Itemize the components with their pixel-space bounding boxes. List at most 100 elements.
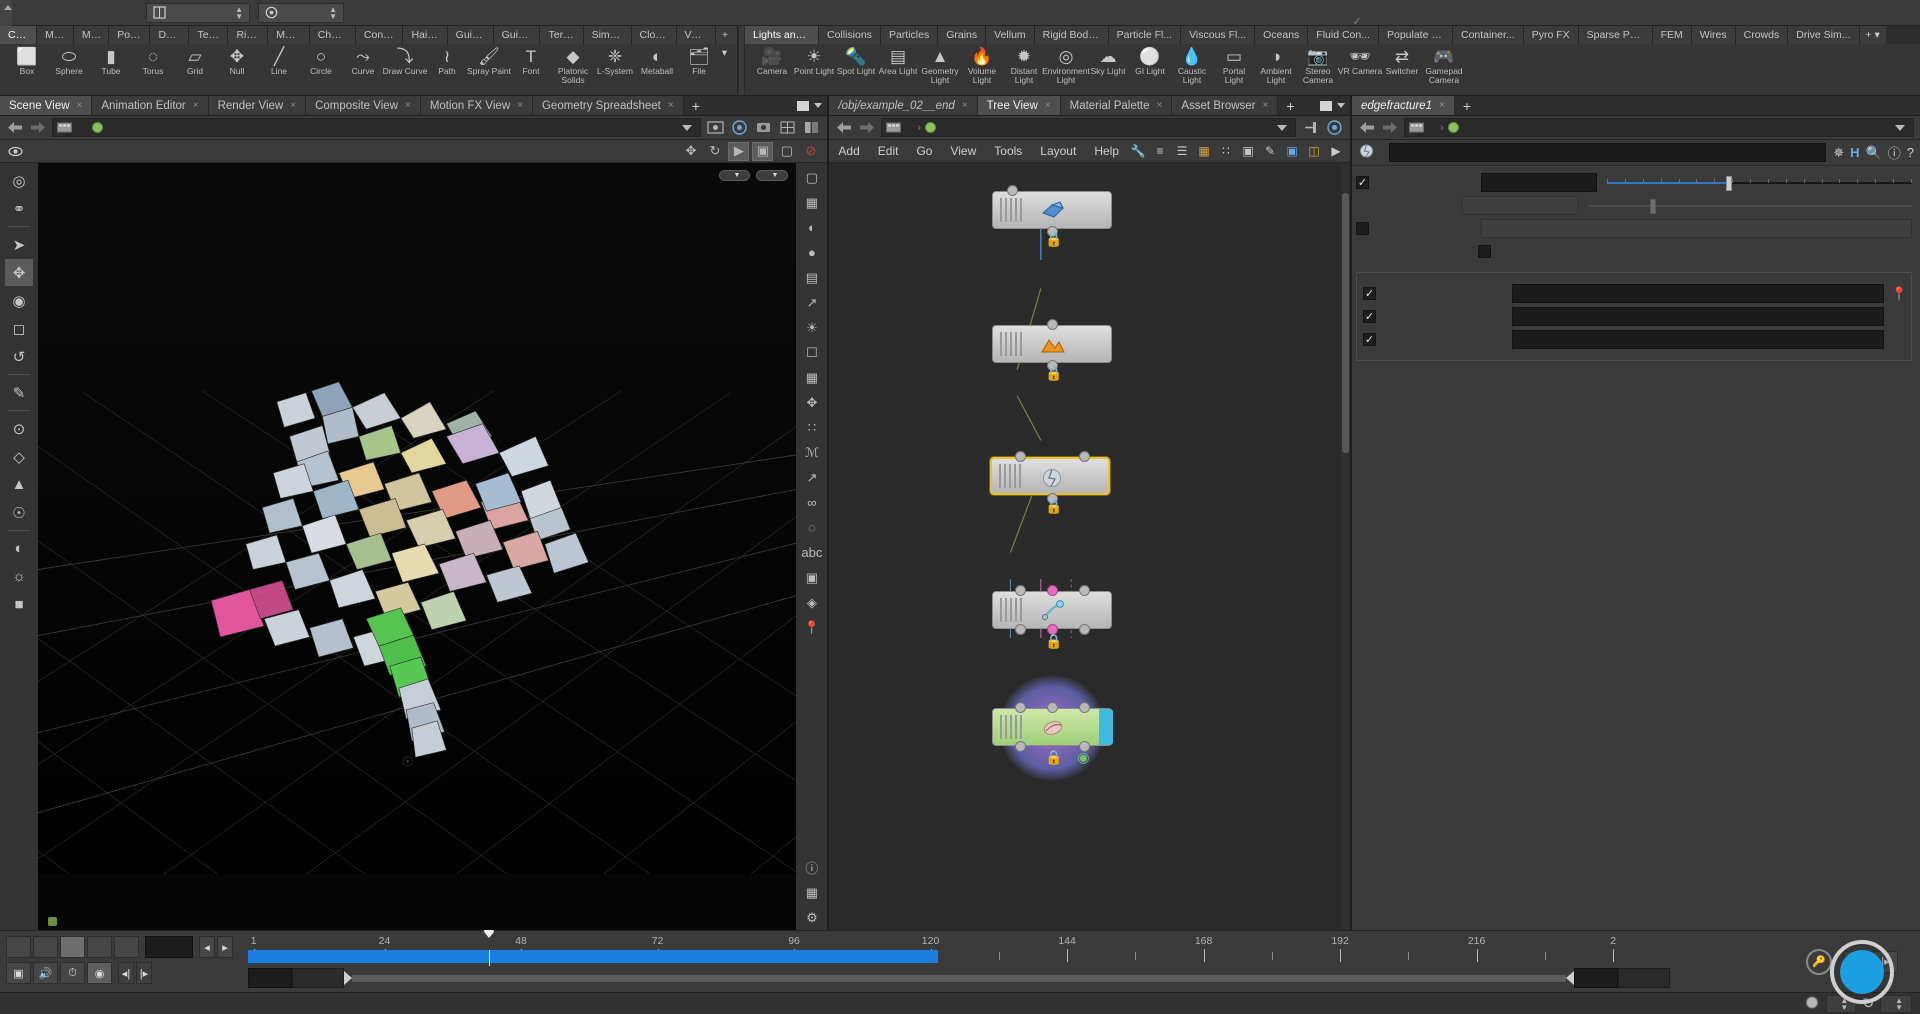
network-menu-layout[interactable]: Layout — [1031, 140, 1085, 163]
network-breadcrumb[interactable]: › — [881, 118, 1296, 137]
param-field-original-point-group[interactable] — [1512, 307, 1884, 326]
shelf-right-tool-spot-light[interactable]: 🔦 Spot Light — [835, 44, 877, 76]
shelf-left-tab-2[interactable]: Model — [73, 26, 110, 44]
viewport-canvas[interactable]: ☉ ▼ ▼ — [38, 163, 797, 930]
shelf-right-tool-environment-light[interactable]: ◎ Environment Light — [1042, 44, 1090, 84]
node-vellumcloth1[interactable] — [992, 591, 1126, 629]
menu-drag-handle[interactable] — [0, 0, 12, 26]
shelf-left-tool-grid[interactable]: ▱ Grid — [174, 44, 216, 76]
shelf-left-tab-7[interactable]: Muscles — [268, 26, 310, 44]
normals-icon[interactable]: ↗ — [799, 290, 824, 315]
close-icon[interactable]: × — [1045, 96, 1051, 116]
network-menu-edit[interactable]: Edit — [869, 140, 908, 163]
update-mode-selector[interactable]: ▲ ▼ — [1880, 994, 1912, 1013]
display-all-icon[interactable]: ▢ — [799, 165, 824, 190]
scene-breadcrumb[interactable] — [52, 118, 702, 137]
close-icon[interactable]: × — [517, 96, 523, 116]
shelf-right-tool-area-light[interactable]: ▤ Area Light — [877, 44, 919, 76]
param-nav-forward-icon[interactable] — [1381, 119, 1399, 137]
network-scrollbar-thumb[interactable] — [1342, 193, 1349, 453]
viewport-view-label[interactable] — [0, 145, 37, 158]
shelf-left-tool-sphere[interactable]: ⬭ Sphere — [48, 44, 90, 76]
visibility-icon[interactable]: ◐ — [5, 535, 33, 562]
node-box-edgefracture1[interactable] — [990, 457, 1111, 495]
shelf-right-tool-vr-camera[interactable]: 🕶 VR Camera — [1338, 44, 1382, 76]
timeline-track[interactable]: 1 24 48 72 96 120 144 168 192 216 2 — [248, 930, 1670, 992]
slider-knob-2[interactable] — [1649, 199, 1656, 214]
prim-select-icon[interactable]: ▲ — [5, 471, 33, 498]
shelf-right-tool-gi-light[interactable]: ⚪ GI Light — [1129, 44, 1171, 76]
shelf-left-tool-tube[interactable]: ▮ Tube — [90, 44, 132, 76]
info-icon-rail[interactable]: ⓘ — [799, 855, 824, 880]
network-menu-add[interactable]: Add — [829, 140, 868, 163]
node-box-planarpatch1[interactable] — [992, 191, 1113, 229]
pin-icon[interactable]: 📍 — [799, 615, 824, 640]
lock-icon-planarpatch1[interactable]: 🔒 — [1045, 231, 1062, 248]
net-tree-icon[interactable]: ≡ — [1150, 142, 1170, 161]
camera-mode-icon[interactable] — [754, 118, 773, 137]
shelf-left-tool-box[interactable]: ⬜ Box — [6, 44, 48, 76]
handles-icon[interactable]: ✥ — [799, 390, 824, 415]
shelf-left-tab-9[interactable]: Constrai... — [355, 26, 404, 44]
range-end-field[interactable] — [1574, 968, 1618, 988]
maximize-pane-icon[interactable] — [1319, 99, 1333, 112]
param-field-resample-accuracy[interactable] — [1462, 196, 1578, 215]
shelf-right-tab-3[interactable]: Grains — [938, 26, 987, 44]
param-breadcrumb-dropdown-icon[interactable] — [1895, 124, 1905, 131]
build-selector[interactable]: ▲ ▼ — [146, 2, 250, 23]
shelf-left-tool-font[interactable]: T Font — [510, 44, 552, 76]
playhead[interactable] — [484, 930, 495, 966]
shelf-left-tool-spray-paint[interactable]: 🖌 Spray Paint — [467, 44, 511, 76]
scene-view-add-tab-button[interactable]: + — [683, 96, 708, 115]
param-field-primitive-piece[interactable] — [1512, 284, 1884, 303]
display-options-icon[interactable] — [706, 118, 725, 137]
node-mountain1[interactable] — [992, 325, 1126, 363]
rotate-tool-icon[interactable]: ↺ — [5, 343, 33, 370]
shelf-right-tab-5[interactable]: Rigid Bodies — [1034, 26, 1109, 44]
autokey-control[interactable]: 🔑 — [1806, 948, 1836, 975]
network-menu-view[interactable]: View — [941, 140, 985, 163]
point-select-icon[interactable]: ⊙ — [5, 415, 33, 442]
parameter-node-name-input[interactable] — [1389, 143, 1827, 162]
network-tab-asset-browser[interactable]: Asset Browser × — [1172, 96, 1279, 115]
playback-range-bar[interactable] — [248, 950, 938, 963]
shelf-left-tab-1[interactable]: Modify — [37, 26, 74, 44]
shelf-left-tool-path[interactable]: ≀ Path — [426, 44, 468, 76]
shelf-right-tab-10[interactable]: Populate C... — [1378, 26, 1453, 44]
shelf-right-tool-switcher[interactable]: ⇄ Switcher — [1381, 44, 1423, 76]
next-key-button[interactable]: |▸ — [136, 962, 152, 984]
axis-icon[interactable]: ∞ — [799, 490, 824, 515]
net-target-icon[interactable] — [1325, 118, 1344, 137]
scale-tool-icon[interactable]: ◻ — [5, 315, 33, 342]
network-tab-material-palette[interactable]: Material Palette × — [1060, 96, 1173, 115]
net-list-icon[interactable]: ☰ — [1172, 142, 1192, 161]
shelf-left-tab-10[interactable]: Hair Utils — [403, 26, 448, 44]
shelf-right-tab-11[interactable]: Container... — [1452, 26, 1524, 44]
nav-back-icon[interactable] — [6, 119, 24, 137]
lock-icon-vellumsolver1[interactable]: 🔒 — [1045, 749, 1062, 766]
shelf-left-tool-draw-curve[interactable]: ⤵ Draw Curve — [383, 44, 428, 76]
persp-selector[interactable]: ▼ — [718, 170, 751, 181]
key-next-icon[interactable]: |▸ — [1873, 950, 1898, 973]
grid-toggle-icon[interactable] — [778, 118, 797, 137]
shelf-right-tool-distant-light[interactable]: ✹ Distant Light — [1003, 44, 1045, 84]
network-menu-tools[interactable]: Tools — [985, 140, 1031, 163]
network-menu-help[interactable]: Help — [1085, 140, 1128, 163]
node-display-flag-vellumsolver1[interactable] — [1099, 709, 1114, 745]
net-nav-back-icon[interactable] — [835, 119, 853, 137]
key-control[interactable]: ◂| |▸ — [1844, 950, 1902, 973]
transport-begin-button[interactable] — [6, 936, 31, 958]
net-dots-icon[interactable]: ∷ — [1216, 142, 1236, 161]
shelf-right-tab-4[interactable]: Vellum — [986, 26, 1035, 44]
pin-location-icon[interactable]: 📍 — [1891, 286, 1907, 302]
shelf-right-tool-point-light[interactable]: ☀ Point Light — [793, 44, 835, 76]
key-prev-icon[interactable]: ◂| — [1844, 950, 1869, 973]
shelf-right-tool-sky-light[interactable]: ☁ Sky Light — [1087, 44, 1129, 76]
step-forward-button[interactable]: ▸ — [217, 936, 233, 958]
prev-key-button[interactable]: ◂| — [118, 962, 134, 984]
pane-menu-icon[interactable] — [814, 103, 823, 108]
network-menu-go[interactable]: Go — [907, 140, 941, 163]
shelf-right-add-tab-button[interactable]: + ▾ — [1859, 26, 1886, 44]
shelf-right-tool-portal-light[interactable]: ▭ Portal Light — [1213, 44, 1255, 84]
shelf-right-tab-6[interactable]: Particle Fl... — [1108, 26, 1182, 44]
